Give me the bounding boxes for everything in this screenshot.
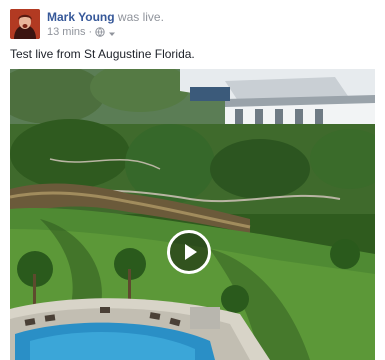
globe-icon[interactable]	[95, 27, 105, 37]
video-frame	[10, 69, 375, 360]
post-header: Mark Young was live. 13 mins ·	[10, 9, 164, 39]
post-meta: Mark Young was live. 13 mins ·	[47, 9, 164, 39]
play-icon	[185, 244, 197, 260]
feed-post: Mark Young was live. 13 mins · Test live…	[0, 0, 385, 360]
avatar[interactable]	[10, 9, 40, 39]
separator-dot: ·	[88, 26, 93, 38]
live-video-player[interactable]	[10, 69, 375, 360]
play-button[interactable]	[167, 230, 211, 274]
post-subline: 13 mins ·	[47, 25, 164, 39]
caret-down-icon[interactable]	[108, 28, 116, 36]
author-line: Mark Young was live.	[47, 10, 164, 24]
author-name-link[interactable]: Mark Young	[47, 10, 115, 24]
post-status-text: Test live from St Augustine Florida.	[10, 47, 195, 61]
timestamp-link[interactable]: 13 mins	[47, 25, 86, 39]
action-text: was live.	[117, 10, 164, 24]
